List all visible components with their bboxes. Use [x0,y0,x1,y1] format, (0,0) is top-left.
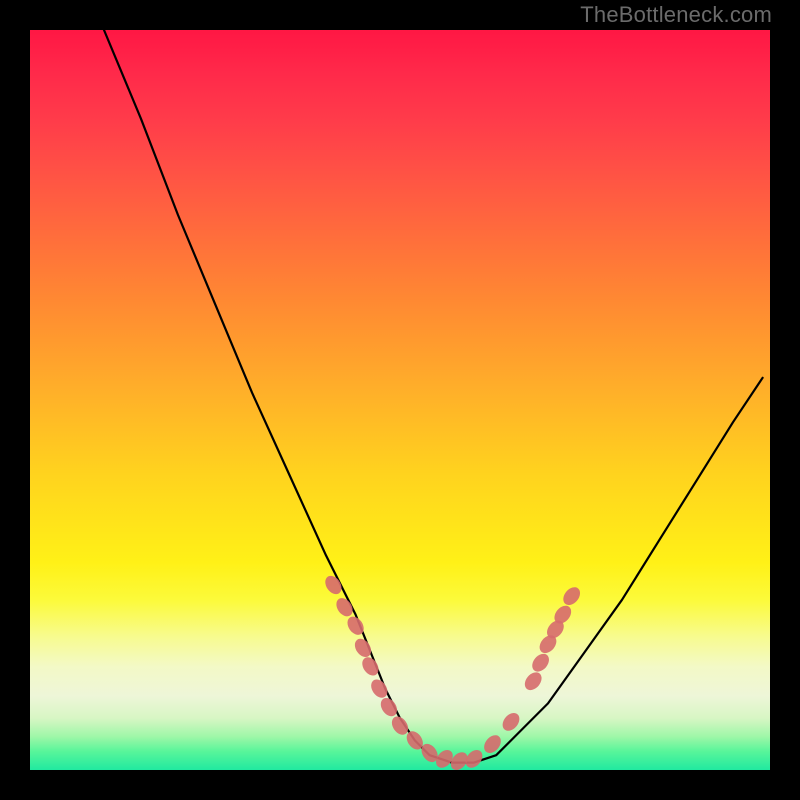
plot-area [30,30,770,770]
marker-dot [481,732,505,756]
markers-left-cluster [322,573,486,773]
marker-dot [560,584,584,608]
series-curve [104,30,763,763]
marker-dot [529,651,553,675]
marker-dot [359,654,382,678]
chart-frame: TheBottleneck.com [0,0,800,800]
watermark-text: TheBottleneck.com [580,2,772,28]
marker-layer [322,573,584,773]
marker-dot [499,710,523,734]
marker-dot [368,676,391,700]
chart-svg [30,30,770,770]
marker-dot [352,636,375,660]
marker-dot [521,669,545,693]
marker-dot [377,695,400,719]
series-layer [104,30,763,763]
markers-right-cluster [481,584,584,756]
